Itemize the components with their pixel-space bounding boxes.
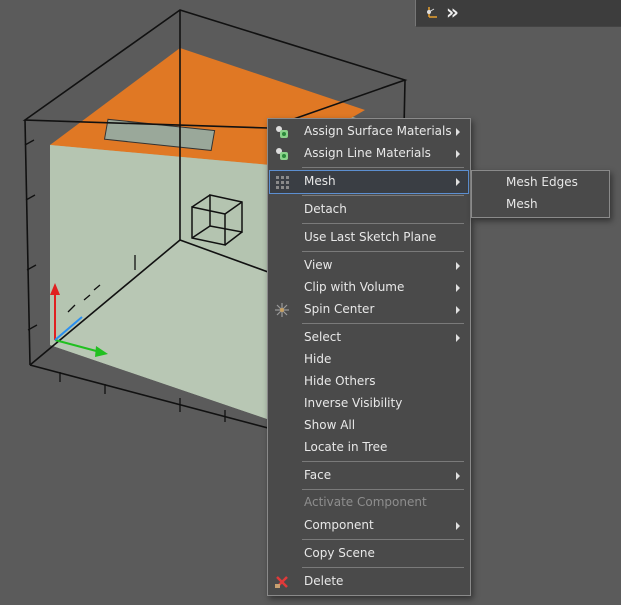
submenu-arrow-icon — [456, 128, 460, 136]
menu-separator — [302, 251, 464, 252]
view-toolbar: » — [415, 0, 621, 27]
menu-item-face[interactable]: Face — [270, 465, 468, 487]
menu-separator — [302, 489, 464, 490]
submenu-arrow-icon — [456, 334, 460, 342]
menu-item-locate-in-tree[interactable]: Locate in Tree — [270, 437, 468, 459]
menu-item-select[interactable]: Select — [270, 327, 468, 349]
axes-icon[interactable] — [423, 5, 439, 21]
menu-item-spin-center[interactable]: Spin Center — [270, 299, 468, 321]
menu-item-assign-line-materials[interactable]: Assign Line Materials — [270, 143, 468, 165]
menu-item-hide[interactable]: Hide — [270, 349, 468, 371]
menu-item-detach[interactable]: Detach — [270, 199, 468, 221]
submenu-item-mesh-edges[interactable]: Mesh Edges — [474, 172, 607, 194]
submenu-arrow-icon — [456, 262, 460, 270]
menu-item-clip-with-volume[interactable]: Clip with Volume — [270, 277, 468, 299]
menu-separator — [302, 323, 464, 324]
submenu-arrow-icon — [456, 284, 460, 292]
menu-item-mesh[interactable]: Mesh — [269, 170, 469, 194]
submenu-arrow-icon — [456, 472, 460, 480]
menu-item-use-last-sketch-plane[interactable]: Use Last Sketch Plane — [270, 227, 468, 249]
menu-item-assign-surface-materials[interactable]: Assign Surface Materials — [270, 121, 468, 143]
spin-center-icon — [275, 303, 289, 317]
menu-item-show-all[interactable]: Show All — [270, 415, 468, 437]
delete-icon — [275, 576, 288, 588]
mesh-grid-icon — [276, 176, 289, 189]
double-chevron-right-icon[interactable]: » — [446, 2, 462, 22]
submenu-item-mesh[interactable]: Mesh — [474, 194, 607, 216]
menu-item-delete[interactable]: Delete — [270, 571, 468, 593]
menu-separator — [302, 567, 464, 568]
menu-separator — [302, 539, 464, 540]
submenu-arrow-icon — [456, 150, 460, 158]
submenu-arrow-icon — [456, 522, 460, 530]
menu-item-inverse-visibility[interactable]: Inverse Visibility — [270, 393, 468, 415]
menu-item-copy-scene[interactable]: Copy Scene — [270, 543, 468, 565]
menu-separator — [302, 195, 464, 196]
mesh-submenu: Mesh Edges Mesh — [471, 170, 610, 218]
menu-separator — [302, 167, 464, 168]
menu-item-hide-others[interactable]: Hide Others — [270, 371, 468, 393]
menu-item-component[interactable]: Component — [270, 515, 468, 537]
paint-bucket-icon — [276, 148, 288, 160]
menu-separator — [302, 461, 464, 462]
menu-item-view[interactable]: View — [270, 255, 468, 277]
menu-item-activate-component: Activate Component — [304, 495, 427, 509]
context-menu: Assign Surface Materials Assign Line Mat… — [267, 118, 471, 596]
submenu-arrow-icon — [456, 178, 460, 186]
submenu-arrow-icon — [456, 306, 460, 314]
paint-bucket-icon — [276, 126, 288, 138]
menu-separator — [302, 223, 464, 224]
